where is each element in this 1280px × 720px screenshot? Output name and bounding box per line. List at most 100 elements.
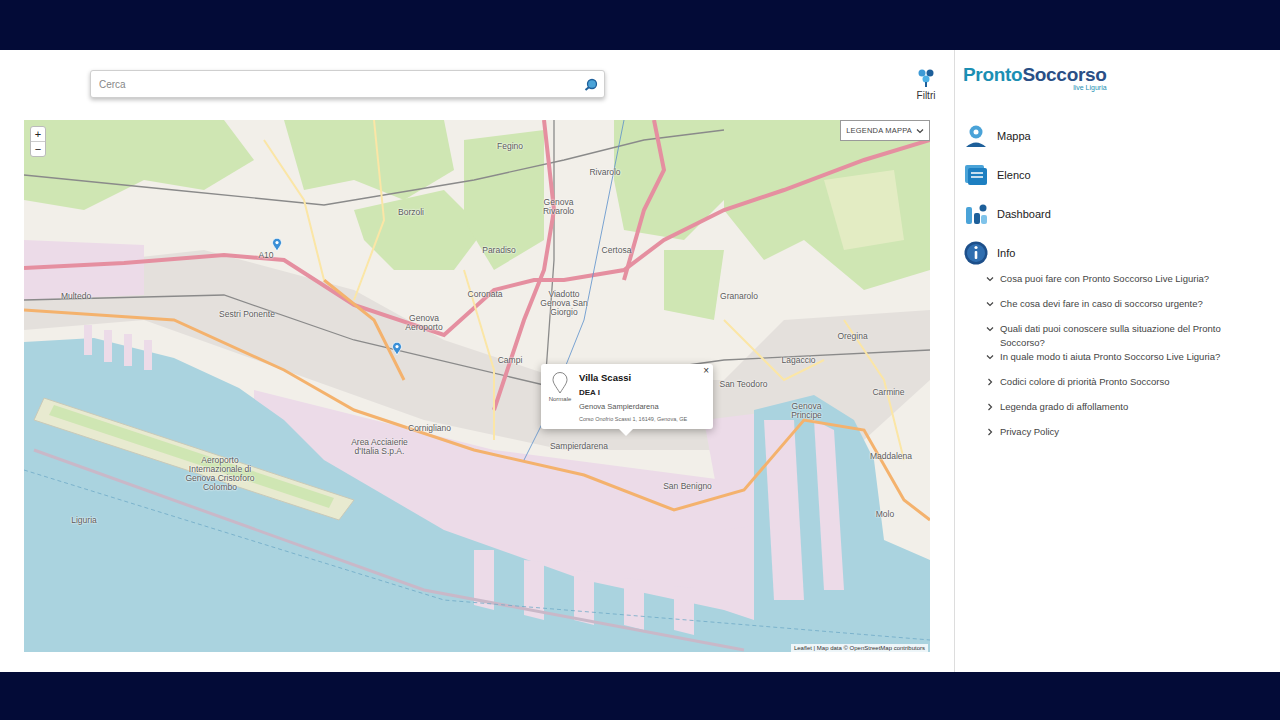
- map-label: Multedo: [46, 292, 106, 301]
- sidebar-menu: Mappa Elenco Dashboard Info Cosa puoi fare c…: [963, 116, 1270, 450]
- logo-word: Pronto: [963, 64, 1022, 85]
- map-label: Molo: [870, 510, 900, 519]
- zoom-in-button[interactable]: +: [31, 127, 45, 141]
- zoom-control: +−: [30, 126, 46, 157]
- map-attribution: Leaflet | Map data © OpenStreetMap contr…: [791, 644, 928, 652]
- map-label: Lagaccio: [776, 356, 821, 365]
- map-label: Oregina: [830, 332, 875, 341]
- info-list: Cosa puoi fare con Pronto Soccorso Live …: [963, 272, 1270, 450]
- chevron-down-icon: [916, 128, 924, 134]
- logo-words: ProntoSoccorso: [963, 64, 1107, 86]
- search-box[interactable]: [90, 70, 605, 98]
- chevron-down-icon: [986, 353, 994, 361]
- map-label: A10: [256, 251, 276, 260]
- dashboard-icon: [963, 201, 989, 227]
- info-item[interactable]: Quali dati puoi conoscere sulla situazio…: [986, 322, 1270, 350]
- map-label: Certosa: [594, 246, 639, 255]
- hospital-popup: ×NormaleVilla ScassiDEA IGenova Sampierd…: [541, 364, 713, 429]
- map-pin-icon: [963, 123, 989, 149]
- map-label: Area Acciaierie d'Italia S.p.A.: [342, 438, 417, 456]
- info-item[interactable]: In quale modo ti aiuta Pronto Soccorso L…: [986, 350, 1270, 375]
- info-item-label: Quali dati puoi conoscere sulla situazio…: [1000, 322, 1225, 350]
- info-item-label: Legenda grado di affollamento: [1000, 400, 1128, 414]
- map-label: Genova Principe: [784, 402, 829, 420]
- popup-tail: [619, 429, 633, 436]
- map-label: Carmine: [866, 388, 911, 397]
- map-label: Genova Aeroporto: [394, 314, 454, 332]
- info-item-label: Codici colore di priorità Pronto Soccors…: [1000, 375, 1170, 389]
- location-pin-icon[interactable]: [272, 238, 282, 252]
- chevron-down-icon: [986, 275, 994, 283]
- filter-icon: [916, 68, 936, 88]
- map-header: Filtri: [24, 67, 930, 101]
- info-item[interactable]: Cosa puoi fare con Pronto Soccorso Live …: [986, 272, 1270, 297]
- top-bar: [0, 0, 1280, 50]
- map-label: Maddalena: [866, 452, 916, 461]
- sidebar-item-label: Elenco: [997, 169, 1031, 181]
- popup-info: Villa ScassiDEA IGenova SampierdarenaCor…: [579, 372, 687, 422]
- info-item[interactable]: Codici colore di priorità Pronto Soccors…: [986, 375, 1270, 400]
- map-label: Sampierdarena: [544, 442, 614, 451]
- map-label: Aeroporto Internazionale di Genova Crist…: [180, 456, 260, 492]
- popup-status: Normale: [547, 372, 573, 422]
- sidebar-item[interactable]: Dashboard: [963, 194, 1270, 233]
- chevron-down-icon: [986, 300, 994, 308]
- info-item-label: Che cosa devi fare in caso di soccorso u…: [1000, 297, 1203, 311]
- info-item[interactable]: Che cosa devi fare in caso di soccorso u…: [986, 297, 1270, 322]
- legend-label: LEGENDA MAPPA: [846, 126, 912, 135]
- map-label: Genova Rivarolo: [536, 198, 581, 216]
- map-label: Fegino: [490, 142, 530, 151]
- logo-word: Soccorso: [1022, 64, 1106, 85]
- map-label: Granarolo: [714, 292, 764, 301]
- sidebar-item-label: Dashboard: [997, 208, 1051, 220]
- map-label: Coronata: [460, 290, 510, 299]
- map-label: Paradiso: [474, 246, 524, 255]
- zoom-out-button[interactable]: −: [31, 141, 45, 156]
- app-logo[interactable]: ProntoSoccorsolive Liguria: [963, 64, 1107, 104]
- filters-button[interactable]: Filtri: [916, 68, 936, 101]
- map-column: Filtri Multedo Sestri Ponente Borzoli Fegino…: [0, 50, 954, 672]
- map-label: Viadotto Genova San Giorgio: [539, 290, 589, 317]
- bottom-bar: [0, 672, 1280, 720]
- info-item[interactable]: Privacy Policy: [986, 425, 1270, 450]
- info-icon: [963, 240, 989, 266]
- map-label: Cornigliano: [402, 424, 457, 433]
- popup-title: Villa Scassi: [579, 372, 687, 383]
- popup-type: DEA I: [579, 388, 687, 397]
- search-icon: [584, 77, 598, 91]
- popup-address: Corso Onofrio Scassi 1, 16149, Genova, G…: [579, 416, 687, 422]
- sidebar-item[interactable]: Elenco: [963, 155, 1270, 194]
- info-item-label: In quale modo ti aiuta Pronto Soccorso L…: [1000, 350, 1220, 364]
- info-item-label: Privacy Policy: [1000, 425, 1059, 439]
- list-icon: [963, 162, 989, 188]
- map-tiles: [24, 120, 930, 652]
- chevron-down-icon: [986, 325, 994, 333]
- search-input[interactable]: [97, 78, 584, 91]
- logo-tagline: live Liguria: [1073, 84, 1106, 91]
- map-label: Campi: [490, 356, 530, 365]
- info-item-label: Cosa puoi fare con Pronto Soccorso Live …: [1000, 272, 1209, 286]
- chevron-right-icon: [986, 428, 994, 436]
- sidebar-item[interactable]: Mappa: [963, 116, 1270, 155]
- sidebar-item-label: Info: [997, 247, 1015, 259]
- filters-label: Filtri: [917, 90, 936, 101]
- map-label: Sestri Ponente: [212, 310, 282, 319]
- location-pin-icon[interactable]: [392, 342, 402, 356]
- chevron-right-icon: [986, 378, 994, 386]
- map-label: San Teodoro: [716, 380, 771, 389]
- sidebar-item[interactable]: Info: [963, 233, 1270, 272]
- map-view[interactable]: Multedo Sestri Ponente Borzoli Fegino Rivaro…: [24, 120, 930, 652]
- chevron-right-icon: [986, 403, 994, 411]
- map-label: Borzoli: [386, 208, 436, 217]
- sidebar: ProntoSoccorsolive Liguria Mappa Elenco Das…: [954, 50, 1280, 672]
- map-label: Rivarolo: [580, 168, 630, 177]
- popup-status-label: Normale: [549, 396, 572, 402]
- popup-close-button[interactable]: ×: [703, 365, 709, 376]
- info-item[interactable]: Legenda grado di affollamento: [986, 400, 1270, 425]
- marker-outline-icon: [552, 372, 568, 394]
- map-label: San Benigno: [660, 482, 715, 491]
- sidebar-item-label: Mappa: [997, 130, 1031, 142]
- app-main: Filtri Multedo Sestri Ponente Borzoli Fegino…: [0, 50, 1280, 672]
- legend-button[interactable]: LEGENDA MAPPA: [840, 120, 930, 141]
- map-label: Liguria: [64, 516, 104, 525]
